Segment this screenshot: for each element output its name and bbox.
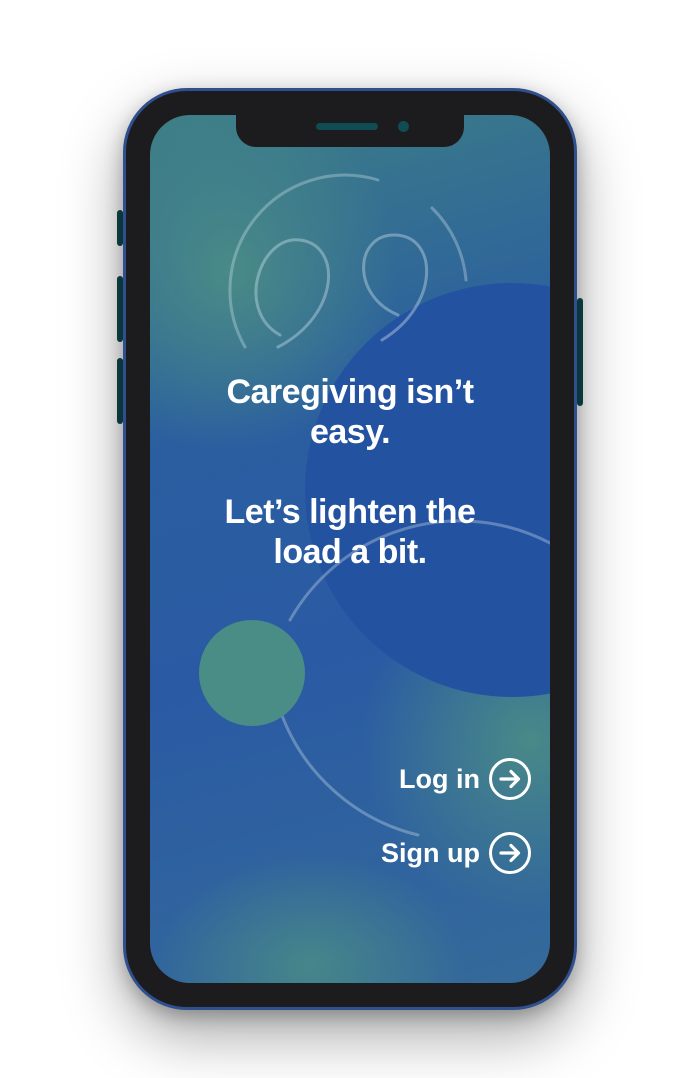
arrow-right-circle-icon xyxy=(489,832,531,874)
power-button xyxy=(577,298,583,406)
login-button[interactable]: Log in xyxy=(399,757,532,801)
front-camera xyxy=(398,121,409,132)
headline-line-3: Let’s lighten the xyxy=(224,493,476,531)
headline-line-4: load a bit. xyxy=(273,533,427,571)
top-arc-right xyxy=(430,206,468,282)
headline-line-1: Caregiving isn’t xyxy=(226,373,474,411)
bottom-arc xyxy=(278,708,420,837)
welcome-headline: Caregiving isn’t easy. Let’s lighten the… xyxy=(150,372,550,572)
small-circle-shape xyxy=(199,620,305,726)
signup-label: Sign up xyxy=(381,837,480,868)
top-arc-left xyxy=(228,173,380,349)
device-mockup: Caregiving isn’t easy. Let’s lighten the… xyxy=(0,0,700,1078)
loop-left-shape xyxy=(254,238,330,349)
arrow-right-circle-icon xyxy=(489,758,531,800)
headline-line-2: easy. xyxy=(309,413,391,451)
login-label: Log in xyxy=(399,763,480,794)
welcome-screen: Caregiving isn’t easy. Let’s lighten the… xyxy=(150,115,550,983)
signup-button[interactable]: Sign up xyxy=(381,831,532,875)
phone-notch xyxy=(236,115,464,147)
earpiece-speaker xyxy=(316,123,378,130)
